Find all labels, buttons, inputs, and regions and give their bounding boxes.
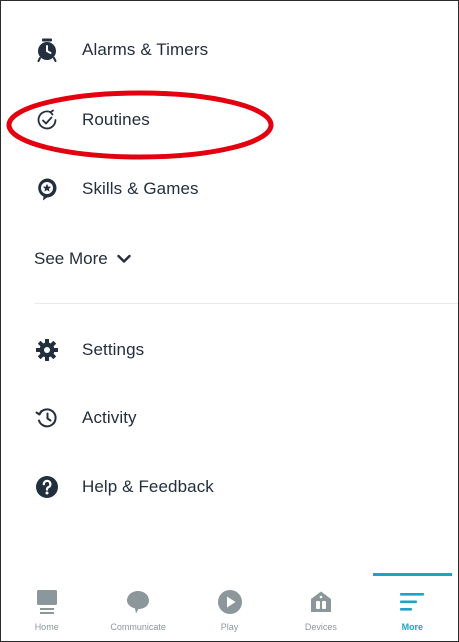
tab-more[interactable]: More bbox=[367, 573, 458, 641]
home-icon bbox=[35, 587, 59, 617]
section-divider bbox=[34, 303, 458, 304]
history-icon bbox=[34, 405, 60, 431]
menu-item-label: Routines bbox=[82, 110, 150, 129]
menu-item-activity[interactable]: Activity bbox=[1, 393, 458, 443]
routines-check-icon bbox=[34, 107, 60, 133]
tab-communicate[interactable]: Communicate bbox=[92, 573, 183, 641]
help-icon bbox=[34, 474, 60, 500]
play-icon bbox=[217, 587, 243, 617]
tab-label: Devices bbox=[304, 622, 337, 632]
more-menu-screen: Alarms & Timers Routines Skills & Games … bbox=[0, 0, 459, 642]
tab-play[interactable]: Play bbox=[184, 573, 275, 641]
hamburger-menu-icon bbox=[398, 587, 426, 617]
menu-item-label: Alarms & Timers bbox=[82, 40, 209, 59]
alarm-clock-icon bbox=[34, 37, 60, 63]
devices-house-icon bbox=[309, 587, 333, 617]
menu-item-alarms-timers[interactable]: Alarms & Timers bbox=[1, 25, 458, 75]
tab-home[interactable]: Home bbox=[1, 573, 92, 641]
tab-devices[interactable]: Devices bbox=[275, 573, 366, 641]
tab-label: More bbox=[401, 622, 424, 632]
menu-item-label: Activity bbox=[82, 408, 137, 427]
tab-label: Home bbox=[34, 622, 59, 632]
menu-item-help-feedback[interactable]: Help & Feedback bbox=[1, 462, 458, 512]
chevron-down-icon bbox=[117, 254, 131, 264]
menu-item-label: Help & Feedback bbox=[82, 477, 214, 496]
tab-label: Play bbox=[220, 622, 239, 632]
bottom-nav-bar: Home Communicate Play Devices More bbox=[1, 573, 458, 641]
gear-icon bbox=[34, 337, 60, 363]
chat-bubble-icon bbox=[125, 587, 151, 617]
tab-label: Communicate bbox=[110, 622, 166, 632]
menu-item-label: Skills & Games bbox=[82, 179, 199, 198]
skills-star-icon bbox=[34, 176, 60, 202]
menu-item-label: Settings bbox=[82, 340, 145, 359]
menu-item-skills-games[interactable]: Skills & Games bbox=[1, 164, 458, 214]
see-more-toggle[interactable]: See More bbox=[34, 245, 131, 273]
see-more-label: See More bbox=[34, 249, 108, 268]
menu-item-settings[interactable]: Settings bbox=[1, 325, 458, 375]
menu-item-routines[interactable]: Routines bbox=[1, 95, 458, 145]
